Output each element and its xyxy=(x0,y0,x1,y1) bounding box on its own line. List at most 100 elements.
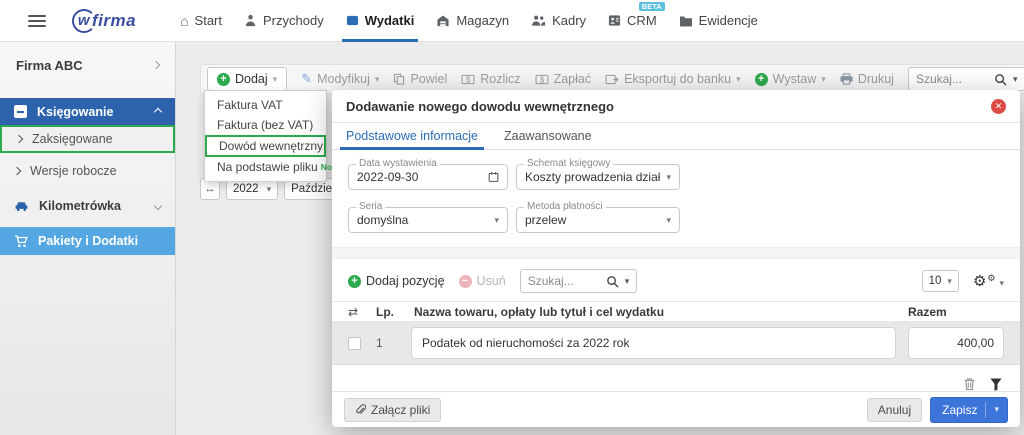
nav-item-przychody[interactable]: Przychody xyxy=(244,0,324,42)
chevron-right-icon xyxy=(13,166,21,174)
items-search: ▾ xyxy=(520,269,638,293)
expenses-icon xyxy=(346,14,359,27)
add-button[interactable]: + Dodaj ▾ xyxy=(207,67,287,91)
caret-down-icon[interactable]: ▾ xyxy=(625,276,630,287)
series-select[interactable]: Seria domyślna ▾ xyxy=(348,207,508,233)
item-name-input[interactable] xyxy=(411,327,896,359)
caret-down-icon: ▾ xyxy=(736,74,741,85)
modal-tabs: Podstawowe informacje Zaawansowane xyxy=(332,123,1020,150)
export-to-bank-button[interactable]: Eksportuj do banku ▾ xyxy=(605,72,741,86)
chevron-down-icon xyxy=(154,201,162,209)
hamburger-menu-icon[interactable] xyxy=(28,12,46,30)
menu-item-na-podstawie-pliku[interactable]: Na podstawie pliku Nowość xyxy=(205,157,326,177)
payment-method-select[interactable]: Metoda płatności przelew ▾ xyxy=(516,207,680,233)
contact-card-icon xyxy=(608,14,621,27)
nav-item-crm[interactable]: BETA CRM xyxy=(608,0,657,42)
modify-button[interactable]: ✎ Modyfikuj ▾ xyxy=(301,71,379,87)
people-icon xyxy=(531,14,546,27)
caret-down-icon: ▾ xyxy=(273,74,278,85)
list-search-input[interactable] xyxy=(916,72,988,86)
modal-form: Data wystawienia Schemat księgowy Koszty… xyxy=(332,150,1020,247)
caret-down-icon: ▾ xyxy=(821,74,826,85)
money-icon: $ xyxy=(461,74,475,85)
sidebar-item-ksiegowanie[interactable]: Księgowanie xyxy=(0,98,175,125)
money-icon: $ xyxy=(535,74,549,85)
tab-podstawowe-informacje[interactable]: Podstawowe informacje xyxy=(346,123,478,149)
row-checkbox[interactable] xyxy=(348,337,361,350)
svg-text:$: $ xyxy=(539,75,544,84)
duplicate-button[interactable]: Powiel xyxy=(393,72,447,86)
issue-button[interactable]: + Wystaw ▾ xyxy=(755,72,826,86)
trash-icon[interactable] xyxy=(963,377,976,391)
list-search: ▾ xyxy=(908,67,1024,91)
settle-button[interactable]: $ Rozlicz xyxy=(461,72,520,86)
chevron-right-icon xyxy=(152,61,160,69)
add-position-button[interactable]: + Dodaj pozycję xyxy=(348,274,445,288)
modal-footer: Załącz pliki Anuluj Zapisz ▾ xyxy=(332,391,1020,427)
print-button[interactable]: Drukuj xyxy=(840,72,894,86)
accounting-schema-select[interactable]: Schemat księgowy Koszty prowadzenia dzia… xyxy=(516,164,680,190)
issue-date-input[interactable] xyxy=(357,170,488,184)
menu-item-faktura-bez-vat[interactable]: Faktura (bez VAT) xyxy=(205,115,326,135)
menu-item-dowod-wewnetrzny[interactable]: Dowód wewnętrzny xyxy=(205,135,326,157)
accounting-icon xyxy=(14,105,27,118)
item-total-input[interactable] xyxy=(908,327,1004,359)
gear-icon: ⚙ xyxy=(987,274,995,283)
menu-item-faktura-vat[interactable]: Faktura VAT xyxy=(205,95,326,115)
remove-position-button[interactable]: − Usuń xyxy=(459,274,506,288)
calendar-icon[interactable] xyxy=(488,171,499,183)
top-navbar: w firma ⌂ Start Przychody Wydatki Magazy… xyxy=(0,0,1024,42)
reorder-icon[interactable]: ⇄ xyxy=(348,305,364,319)
caret-down-icon: ▾ xyxy=(375,74,380,85)
sidebar-item-wersje-robocze[interactable]: Wersje robocze xyxy=(0,157,175,184)
attach-files-button[interactable]: Załącz pliki xyxy=(344,398,441,422)
issue-date-field[interactable]: Data wystawienia xyxy=(348,164,508,190)
warehouse-icon xyxy=(436,14,450,27)
gear-icon: ⚙ xyxy=(973,274,986,289)
filter-icon[interactable] xyxy=(990,378,1002,391)
sidebar-item-zaksiegowane[interactable]: Zaksięgowane xyxy=(0,125,175,153)
cancel-button[interactable]: Anuluj xyxy=(867,398,922,422)
nav-item-ewidencje[interactable]: Ewidencje xyxy=(679,0,758,42)
nav-item-kadry[interactable]: Kadry xyxy=(531,0,586,42)
person-income-icon xyxy=(244,14,257,27)
sidebar-item-kilometrowka[interactable]: Kilometrówka xyxy=(0,192,175,219)
tab-zaawansowane[interactable]: Zaawansowane xyxy=(504,123,592,149)
caret-down-icon: ▾ xyxy=(666,215,671,226)
items-search-input[interactable] xyxy=(528,274,600,288)
caret-down-icon[interactable]: ▾ xyxy=(994,404,999,415)
minus-circle-icon: − xyxy=(459,275,472,288)
pencil-icon: ✎ xyxy=(301,71,312,87)
search-icon[interactable] xyxy=(994,73,1007,86)
caret-down-icon: ▾ xyxy=(999,278,1004,289)
nav-item-wydatki[interactable]: Wydatki xyxy=(346,0,415,42)
pay-button[interactable]: $ Zapłać xyxy=(535,72,592,86)
nav-item-magazyn[interactable]: Magazyn xyxy=(436,0,509,42)
items-toolbar: + Dodaj pozycję − Usuń ▾ 10 ▾ ⚙⚙ ▾ xyxy=(332,259,1020,301)
page-size-select[interactable]: 10 ▾ xyxy=(922,270,959,292)
logo-text: firma xyxy=(92,11,136,31)
main-nav: ⌂ Start Przychody Wydatki Magazyn Kadry … xyxy=(180,0,758,42)
close-icon[interactable]: ✕ xyxy=(991,99,1006,114)
company-selector[interactable]: Firma ABC xyxy=(0,48,175,82)
row-actions xyxy=(332,365,1020,391)
add-internal-document-modal: Dodawanie nowego dowodu wewnętrznego ✕ P… xyxy=(332,90,1020,427)
caret-down-icon: ▾ xyxy=(666,172,671,183)
chevron-right-icon xyxy=(15,135,23,143)
sidebar-item-pakiety[interactable]: Pakiety i Dodatki xyxy=(0,227,175,255)
cart-icon xyxy=(14,235,28,248)
beta-badge: BETA xyxy=(639,2,665,12)
nav-item-start[interactable]: ⌂ Start xyxy=(180,0,222,42)
modal-header: Dodawanie nowego dowodu wewnętrznego ✕ xyxy=(332,90,1020,123)
sidebar: Firma ABC Księgowanie Zaksięgowane Wersj… xyxy=(0,42,176,435)
add-dropdown-menu: Faktura VAT Faktura (bez VAT) Dowód wewn… xyxy=(204,90,327,182)
row-number: 1 xyxy=(373,336,399,350)
caret-down-icon: ▾ xyxy=(267,184,272,195)
wfirma-logo[interactable]: w firma xyxy=(72,9,136,33)
table-settings-button[interactable]: ⚙⚙ ▾ xyxy=(973,274,1004,289)
search-icon[interactable] xyxy=(606,275,619,288)
plus-circle-icon: + xyxy=(217,73,230,86)
save-button[interactable]: Zapisz ▾ xyxy=(930,397,1008,423)
caret-down-icon[interactable]: ▾ xyxy=(1013,74,1018,85)
copy-icon xyxy=(393,73,405,85)
